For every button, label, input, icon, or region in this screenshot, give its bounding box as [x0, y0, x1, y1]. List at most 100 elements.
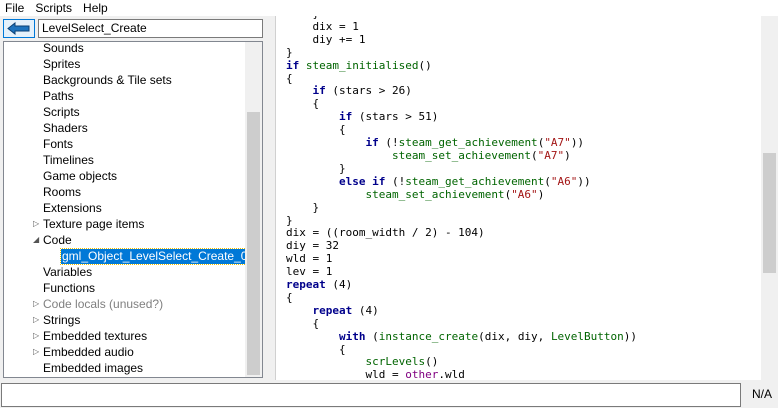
expander-icon[interactable]: ▷ — [33, 312, 41, 328]
tree-item[interactable]: Sounds — [4, 42, 246, 56]
tree-item[interactable]: ▷ Embedded textures — [4, 328, 246, 344]
tree-item[interactable]: Paths — [4, 88, 246, 104]
tree-item[interactable]: Variables — [4, 264, 246, 280]
tree-item[interactable]: gml_Object_LevelSelect_Create_0 — [4, 248, 250, 265]
search-input[interactable]: LevelSelect_Create — [38, 19, 263, 38]
expander-icon[interactable] — [33, 184, 41, 200]
left-panel: LevelSelect_Create Sounds Sprites Backgrou… — [0, 16, 266, 380]
code-token: (4) — [352, 303, 379, 317]
resource-tree[interactable]: Sounds Sprites Backgrounds & Tile sets Path… — [3, 41, 263, 378]
tree-item-label: Code locals (unused?) — [43, 297, 164, 311]
tree-item[interactable]: Embedded images — [4, 360, 246, 376]
code-token: repeat — [286, 278, 326, 292]
tree-item[interactable]: Scripts — [4, 104, 246, 120]
tree-item-label: Rooms — [43, 185, 82, 199]
expander-icon[interactable] — [33, 88, 41, 104]
expander-icon[interactable]: ◢ — [33, 232, 41, 248]
code-token: (stars > 51) — [352, 110, 439, 124]
expander-icon[interactable]: ▷ — [33, 216, 41, 232]
code-token: steam_initialised — [305, 58, 419, 72]
tree-list: Sounds Sprites Backgrounds & Tile sets Path… — [4, 42, 250, 376]
code-token: { — [286, 97, 320, 111]
expander-icon[interactable] — [33, 168, 41, 184]
status-bar: N/A — [0, 380, 778, 408]
code-text[interactable]: } dix = 1 diy += 1}if steam_initialised(… — [286, 16, 637, 380]
tree-item-label: Game objects — [43, 169, 118, 183]
tree-item[interactable]: ▷ Embedded audio — [4, 344, 246, 360]
code-line: diy = 32 — [286, 239, 637, 253]
code-editor[interactable]: } dix = 1 diy += 1}if steam_initialised(… — [275, 16, 778, 380]
expander-icon[interactable] — [33, 248, 41, 264]
code-token: (stars > 26) — [325, 84, 412, 98]
code-token: wld = 1 — [286, 252, 333, 266]
tree-item[interactable]: Rooms — [4, 184, 246, 200]
tree-item[interactable]: Backgrounds & Tile sets — [4, 72, 246, 88]
tree-scrollbar[interactable] — [245, 42, 262, 377]
expander-icon[interactable] — [33, 152, 41, 168]
code-token: if — [312, 84, 326, 98]
expander-icon[interactable] — [33, 280, 41, 296]
expander-icon[interactable] — [33, 360, 41, 376]
code-token: () — [418, 58, 432, 72]
menu-file[interactable]: File — [0, 0, 30, 16]
tree-item[interactable]: ▷ Code locals (unused?) — [4, 296, 246, 312]
code-token: "A6" — [511, 187, 538, 201]
tree-item[interactable]: Functions — [4, 280, 246, 296]
code-token: wld = — [286, 368, 406, 380]
code-line: if (stars > 26) — [286, 84, 637, 98]
tree-item[interactable]: Game objects — [4, 168, 246, 184]
code-token: diy += 1 — [286, 32, 366, 46]
code-scrollbar[interactable] — [761, 16, 778, 380]
tree-item-label: Variables — [43, 265, 93, 279]
code-token: ( — [365, 329, 379, 343]
tree-item[interactable]: Extensions — [4, 200, 246, 216]
code-token: )) — [623, 329, 638, 343]
code-token: else if — [338, 174, 386, 188]
expander-icon[interactable] — [33, 56, 41, 72]
tree-item[interactable]: ◢ Code — [4, 232, 246, 248]
expander-icon[interactable] — [33, 200, 41, 216]
tree-item-label: Embedded audio — [43, 345, 134, 359]
tree-item[interactable]: Sprites — [4, 56, 246, 72]
code-token: )) — [577, 174, 591, 188]
code-token: ( — [531, 148, 538, 162]
expander-icon[interactable]: ▷ — [33, 328, 41, 344]
code-token: "A6" — [550, 174, 578, 188]
code-token: (! — [385, 174, 406, 188]
tree-item[interactable]: ▷ Strings — [4, 312, 246, 328]
tree-item[interactable]: Shaders — [4, 120, 246, 136]
code-token: "A7" — [537, 148, 565, 162]
code-line: steam_set_achievement("A6") — [286, 187, 637, 202]
expander-icon[interactable]: ▷ — [33, 344, 41, 360]
code-scrollbar-thumb[interactable] — [763, 153, 776, 273]
tree-item[interactable]: Timelines — [4, 152, 246, 168]
expander-icon[interactable] — [33, 72, 41, 88]
command-input[interactable] — [1, 383, 741, 407]
code-token: instance_create — [378, 329, 479, 343]
expander-icon[interactable] — [33, 120, 41, 136]
tree-item-label: Texture page items — [43, 217, 145, 231]
code-token: LevelButton — [550, 329, 624, 343]
expander-icon[interactable]: ▷ — [33, 296, 41, 312]
tree-item-label: Timelines — [43, 153, 94, 167]
menu-scripts[interactable]: Scripts — [30, 0, 78, 16]
tree-item[interactable]: ▷ Texture page items — [4, 216, 246, 232]
tree-item-label: Embedded textures — [43, 329, 148, 343]
tree-item[interactable]: Fonts — [4, 136, 246, 152]
tree-scrollbar-thumb[interactable] — [247, 112, 260, 375]
menu-help[interactable]: Help — [78, 0, 114, 16]
expander-icon[interactable] — [33, 264, 41, 280]
code-token: } — [286, 213, 293, 227]
code-token: steam_set_achievement — [391, 148, 532, 162]
code-token: other — [405, 368, 439, 380]
arrow-left-icon — [7, 22, 30, 35]
expander-icon[interactable] — [33, 104, 41, 120]
back-button[interactable] — [3, 19, 35, 38]
panel-splitter[interactable] — [266, 16, 275, 380]
expander-icon[interactable] — [33, 136, 41, 152]
expander-icon[interactable] — [33, 42, 41, 56]
